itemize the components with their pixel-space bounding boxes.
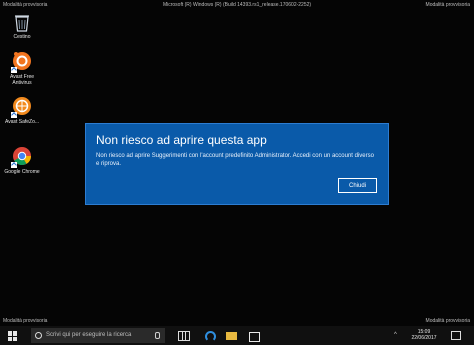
desktop-icon-label: Google Chrome	[4, 169, 40, 175]
start-button[interactable]	[8, 331, 18, 341]
avast-safezone-icon	[11, 95, 33, 118]
desktop-icon-avast-safezone[interactable]: Avast SafeZo...	[2, 95, 42, 125]
desktop-icon-google-chrome[interactable]: Google Chrome	[2, 145, 42, 175]
chrome-icon	[11, 145, 33, 168]
clock-date: 22/06/2017	[411, 335, 437, 341]
desktop-icon-label: Avast SafeZo...	[4, 119, 40, 125]
build-watermark: Microsoft (R) Windows (R) (Build 14393.r…	[162, 2, 312, 8]
desktop-icon-label: Cestino	[13, 34, 31, 40]
action-center-icon[interactable]	[451, 331, 461, 340]
safe-mode-watermark-bottom-right: Modalità provvisoria	[425, 318, 470, 324]
dialog-title: Non riesco ad aprire questa app	[96, 133, 267, 147]
avast-icon	[11, 50, 33, 73]
edge-icon[interactable]	[204, 330, 216, 342]
cortana-icon	[35, 332, 42, 339]
desktop-icon-avast-free[interactable]: Avast Free Antivirus	[2, 50, 42, 86]
microphone-icon[interactable]	[155, 332, 160, 339]
file-explorer-icon[interactable]	[226, 330, 237, 341]
task-view-icon[interactable]	[178, 330, 190, 341]
close-button[interactable]: Chiudi	[338, 178, 377, 193]
safe-mode-watermark-bottom-left: Modalità provvisoria	[3, 318, 48, 324]
desktop-icon-label: Avast Free Antivirus	[9, 74, 35, 86]
clock[interactable]: 15:09 22/06/2017	[406, 329, 442, 341]
store-icon[interactable]	[248, 330, 260, 342]
safe-mode-watermark-top-right: Modalità provvisoria	[425, 2, 470, 8]
taskbar: Scrivi qui per eseguire la ricerca ^ 15:…	[0, 326, 474, 345]
chevron-up-icon[interactable]: ^	[394, 332, 397, 338]
windows-logo-icon	[8, 331, 12, 336]
search-box[interactable]: Scrivi qui per eseguire la ricerca	[31, 328, 165, 343]
search-placeholder: Scrivi qui per eseguire la ricerca	[46, 332, 132, 338]
desktop-icon-recycle-bin[interactable]: Cestino	[2, 12, 42, 40]
dialog-message: Non riesco ad aprire Suggerimenti con l'…	[96, 153, 374, 167]
recycle-bin-icon	[13, 12, 31, 32]
error-dialog: Non riesco ad aprire questa app Non ries…	[86, 124, 388, 204]
